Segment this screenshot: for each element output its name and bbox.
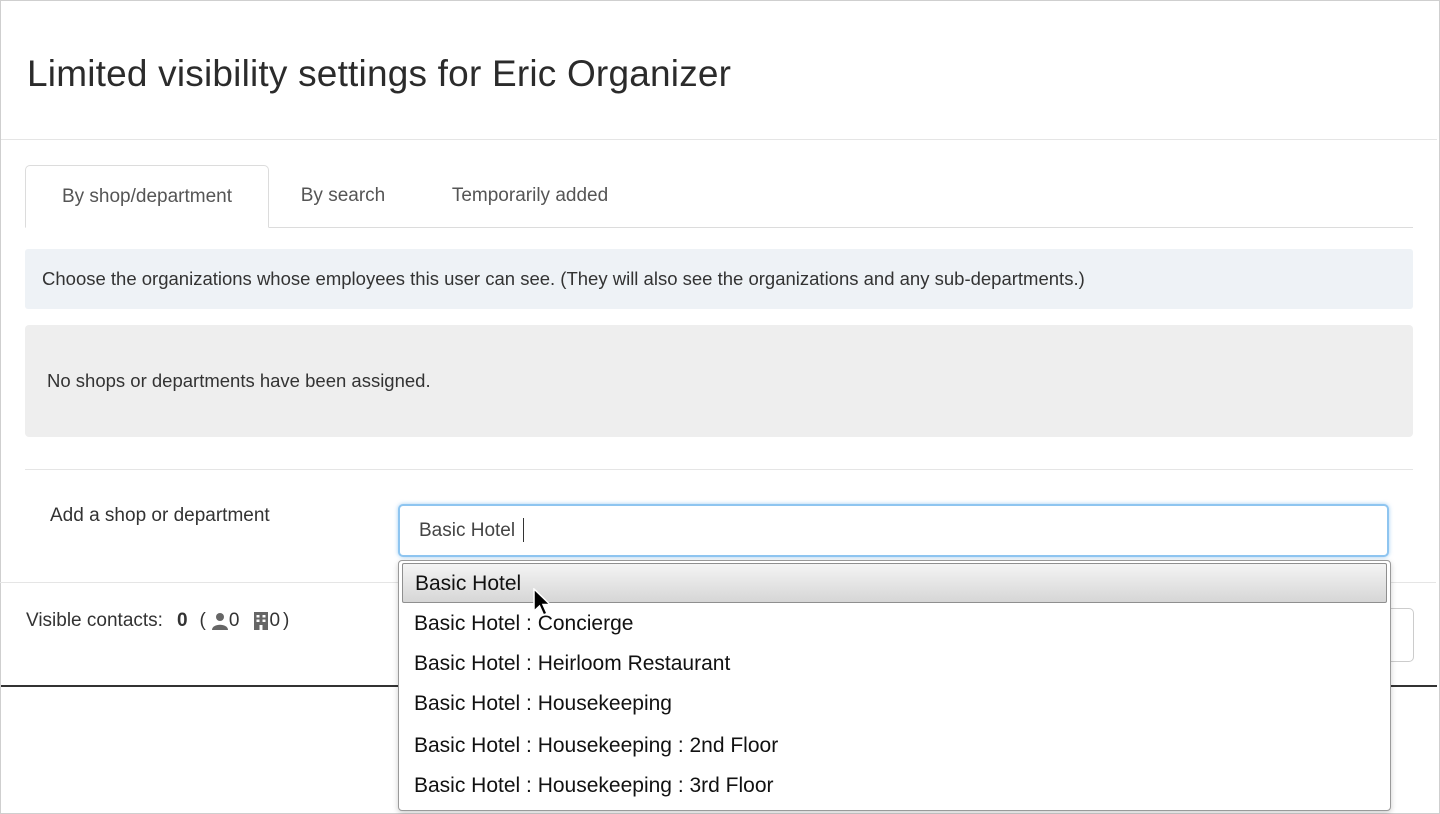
person-count-value: 0	[228, 610, 240, 631]
dropdown-option[interactable]: Basic Hotel : Housekeeping : 3rd Floor	[402, 766, 1387, 806]
tab-by-search[interactable]: By search	[282, 165, 404, 228]
open-paren: (	[199, 610, 206, 631]
dropdown-option[interactable]: Basic Hotel : Housekeeping : 2nd Floor	[402, 726, 1387, 766]
modal-header: Limited visibility settings for Eric Org…	[1, 1, 1437, 140]
text-caret	[523, 518, 524, 542]
close-paren: )	[283, 610, 290, 631]
dropdown-option[interactable]: Basic Hotel : Heirloom Restaurant	[402, 644, 1387, 684]
assigned-list-empty: No shops or departments have been assign…	[25, 325, 1413, 437]
visible-contacts-count: 0	[176, 610, 188, 631]
modal-title: Limited visibility settings for Eric Org…	[27, 53, 732, 94]
visible-contacts-label: Visible contacts:	[26, 610, 163, 631]
add-shop-input[interactable]	[398, 504, 1389, 557]
dropdown-option[interactable]: Basic Hotel : Housekeeping	[402, 684, 1387, 724]
building-count-value: 0	[269, 610, 281, 631]
building-icon	[254, 612, 269, 630]
person-count: 0	[211, 610, 240, 632]
tab-by-shop-department[interactable]: By shop/department	[25, 165, 269, 228]
add-shop-label: Add a shop or department	[50, 505, 270, 526]
visible-contacts-summary: Visible contacts: 0 ( 0 0 )	[26, 610, 289, 632]
info-message: Choose the organizations whose employees…	[25, 249, 1413, 309]
tab-temporarily-added[interactable]: Temporarily added	[425, 165, 635, 228]
person-icon	[211, 613, 228, 630]
divider	[25, 469, 1413, 470]
tab-bar: By shop/department By search Temporarily…	[25, 165, 1413, 228]
mouse-pointer-icon	[533, 588, 552, 616]
building-count: 0	[253, 610, 280, 632]
